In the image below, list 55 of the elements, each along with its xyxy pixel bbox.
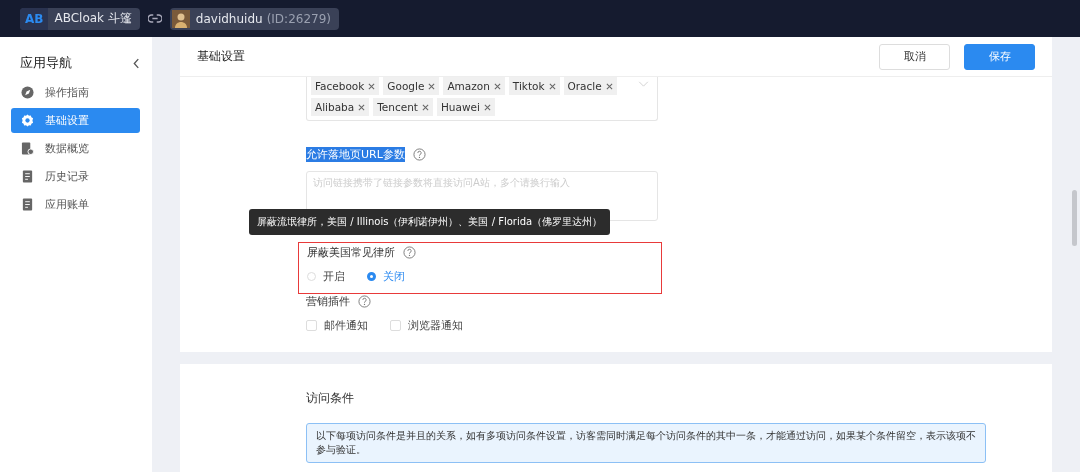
close-icon[interactable] xyxy=(421,103,429,111)
document-icon xyxy=(21,198,34,211)
close-icon[interactable] xyxy=(548,82,556,90)
tag: Google xyxy=(383,77,440,95)
tag: Tiktok xyxy=(508,77,560,95)
user-name: davidhuidu xyxy=(195,11,263,26)
field-label: 营销插件 xyxy=(306,294,350,309)
checkbox-option[interactable]: 浏览器通知 xyxy=(390,318,463,333)
chevron-icon xyxy=(638,81,649,87)
tag: Amazon xyxy=(443,77,505,95)
close-icon[interactable] xyxy=(605,82,613,90)
document-icon xyxy=(21,170,34,183)
tag: Tencent xyxy=(373,98,433,116)
collapse-icon[interactable] xyxy=(133,57,140,69)
field-label: 屏蔽美国常见律所 xyxy=(307,245,395,260)
tooltip: 屏蔽流氓律所，美国 / Illinois（伊利诺伊州）、美国 / Florida（佛罗里达州） xyxy=(249,209,611,235)
app-name: ABCloak 斗篷 xyxy=(54,10,132,27)
close-icon[interactable] xyxy=(493,82,501,90)
help-icon[interactable] xyxy=(403,246,416,259)
tag: Huawei xyxy=(436,98,495,116)
nav-item[interactable]: 数据概览 xyxy=(11,136,140,161)
radio-option[interactable]: 开启 xyxy=(307,269,345,284)
help-icon[interactable] xyxy=(412,148,426,161)
radio-option[interactable]: 关闭 xyxy=(367,269,405,284)
close-icon[interactable] xyxy=(483,103,491,111)
user-chip[interactable]: davidhuidu (ID:26279) xyxy=(169,7,339,30)
settings-icon xyxy=(21,114,34,127)
help-icon[interactable] xyxy=(358,295,371,308)
tag-select[interactable]: Facebook Google Amazon Tiktok Oracle Alibaba Tencent Huawei xyxy=(306,77,658,121)
save-button[interactable]: 保存 xyxy=(964,43,1035,70)
app-chip[interactable]: AB ABCloak 斗篷 xyxy=(20,7,140,30)
app-logo: AB xyxy=(20,7,49,30)
section-title: 基础设置 xyxy=(197,48,245,65)
nav-item[interactable]: 操作指南 xyxy=(11,80,140,105)
info-notice: 以下每项访问条件是并且的关系，如有多项访问条件设置，访客需同时满足每个访问条件的其中一条，才能通过访问，如果某个条件留空，表示该项不参与验证。 xyxy=(306,423,986,463)
link-icon xyxy=(147,14,162,23)
report-icon xyxy=(21,142,34,155)
section-title: 访问条件 xyxy=(306,390,355,407)
field-label: 允许落地页URL参数 xyxy=(306,147,405,162)
scrollbar-thumb[interactable] xyxy=(1072,190,1077,246)
nav-item[interactable]: 应用账单 xyxy=(11,192,140,217)
close-icon[interactable] xyxy=(368,82,376,90)
tag: Oracle xyxy=(563,77,617,95)
user-id: (ID:26279) xyxy=(266,11,331,26)
checkbox-option[interactable]: 邮件通知 xyxy=(306,318,368,333)
nav-item[interactable]: 基础设置 xyxy=(11,108,140,133)
nav-item[interactable]: 历史记录 xyxy=(11,164,140,189)
close-icon[interactable] xyxy=(358,103,366,111)
compass-icon xyxy=(21,86,34,99)
avatar-icon xyxy=(171,9,190,28)
sidebar-title: 应用导航 xyxy=(20,54,72,72)
close-icon[interactable] xyxy=(428,82,436,90)
cancel-button[interactable]: 取消 xyxy=(879,43,950,70)
tag: Alibaba xyxy=(311,98,370,116)
tag: Facebook xyxy=(311,77,380,95)
